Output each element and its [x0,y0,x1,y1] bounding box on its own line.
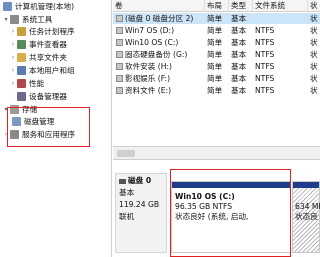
column-header-layout[interactable]: 布局 [205,0,229,12]
cell-layout: 简单 [207,86,223,95]
drive-icon [116,39,123,46]
cell-layout: 简单 [207,62,223,71]
cell-filesystem [255,13,307,24]
chevron-right-icon[interactable]: › [9,78,17,89]
cell-volume: Win10 OS (C:) [125,38,179,47]
tree-item-label: 任务计划程序 [29,27,75,36]
drive-icon [116,27,123,34]
cell-filesystem: NTFS [255,38,275,47]
cell-layout: 简单 [207,74,223,83]
table-row[interactable]: 软件安装 (H:) 简单 基本 NTFS 状 [113,61,320,72]
cell-volume: 软件安装 (H:) [125,62,172,71]
tree-item-label: 系统工具 [22,15,53,24]
column-header-status[interactable]: 状 [308,0,320,12]
volume-table: 卷 布局 类型 文件系统 状 (磁盘 0 磁盘分区 2) 简单 基本 状 Win… [113,0,320,146]
disk-name: 磁盘 0 [119,176,151,186]
device-manager-icon [17,92,26,101]
cell-volume: 固态硬盘备份 (G:) [125,50,188,59]
table-row[interactable]: Win7 OS (D:) 简单 基本 NTFS 状 [113,25,320,36]
partition-size: 634 MB [295,202,320,211]
column-header-filesystem[interactable]: 文件系统 [253,0,308,12]
cell-layout: 简单 [207,38,223,47]
drive-icon [116,15,123,22]
drive-icon [116,87,123,94]
computer-icon [3,2,12,11]
chevron-right-icon[interactable]: › [9,65,17,76]
cell-type: 基本 [231,86,247,95]
cell-layout: 简单 [207,26,223,35]
performance-icon [17,79,26,88]
tools-icon [10,15,19,24]
table-row[interactable]: Win10 OS (C:) 简单 基本 NTFS 状 [113,37,320,48]
cell-volume: Win7 OS (D:) [125,26,175,35]
cell-status: 状 [310,86,318,95]
cell-filesystem: NTFS [255,86,275,95]
partition-status: 状态良 [295,212,318,221]
cell-layout: 简单 [207,14,223,23]
column-header-volume[interactable]: 卷 [113,0,205,12]
cell-layout: 简单 [207,50,223,59]
cell-volume: (磁盘 0 磁盘分区 2) [125,14,194,23]
cell-filesystem: NTFS [255,62,275,71]
table-row[interactable]: 固态硬盘备份 (G:) 简单 基本 NTFS 状 [113,49,320,60]
tree-item-label: 本地用户和组 [29,66,75,75]
table-row[interactable]: 资料文件 (E:) 简单 基本 NTFS 状 [113,85,320,96]
cell-volume: 资料文件 (E:) [125,86,172,95]
cell-status: 状 [310,50,318,59]
cell-filesystem: NTFS [255,74,275,83]
cell-status: 状 [310,14,318,23]
cell-status: 状 [310,74,318,83]
chevron-right-icon[interactable]: › [9,39,17,50]
pane-splitter[interactable] [113,146,320,160]
drive-icon [116,51,123,58]
table-row[interactable]: (磁盘 0 磁盘分区 2) 简单 基本 状 [113,13,320,24]
tree-item-label: 计算机管理(本地) [15,2,75,11]
shared-folder-icon [17,53,26,62]
partition-other[interactable]: 634 MB 状态良 [292,181,320,253]
column-header-type[interactable]: 类型 [229,0,253,12]
horizontal-scrollbar-thumb[interactable] [117,150,135,157]
chevron-down-icon[interactable]: ▾ [2,14,10,25]
tree-item-label: 共享文件夹 [29,53,67,62]
cell-status: 状 [310,38,318,47]
cell-filesystem: NTFS [255,50,275,59]
drive-icon [116,63,123,70]
disk-size: 119.24 GB [119,200,160,209]
disk-name-label: 磁盘 0 [128,176,152,185]
table-header: 卷 布局 类型 文件系统 状 [113,0,320,12]
tree-item-label: 事件查看器 [29,40,67,49]
disk-type: 基本 [119,188,135,197]
disk-icon [119,178,126,184]
disk-info-panel[interactable]: 磁盘 0 基本 119.24 GB 联机 [115,173,167,253]
cell-type: 基本 [231,38,247,47]
cell-type: 基本 [231,74,247,83]
cell-status: 状 [310,62,318,71]
cell-volume: 影视娱乐 (F:) [125,74,171,83]
tree-item-label: 性能 [29,79,45,88]
cell-type: 基本 [231,50,247,59]
partition-bar [293,182,319,188]
table-row[interactable]: 影视娱乐 (F:) 简单 基本 NTFS 状 [113,73,320,84]
tree-item-label: 设备管理器 [29,92,67,101]
cell-type: 基本 [231,14,247,23]
cell-status: 状 [310,26,318,35]
chevron-right-icon[interactable]: › [9,52,17,63]
cell-filesystem: NTFS [255,26,275,35]
highlight-box-disk-management [7,107,90,147]
event-viewer-icon [17,40,26,49]
disk-status: 联机 [119,212,135,221]
chevron-right-icon[interactable]: › [9,26,17,37]
drive-icon [116,75,123,82]
users-icon [17,66,26,75]
cell-type: 基本 [231,26,247,35]
highlight-box-partition-c [170,169,291,257]
clock-icon [17,27,26,36]
cell-type: 基本 [231,62,247,71]
